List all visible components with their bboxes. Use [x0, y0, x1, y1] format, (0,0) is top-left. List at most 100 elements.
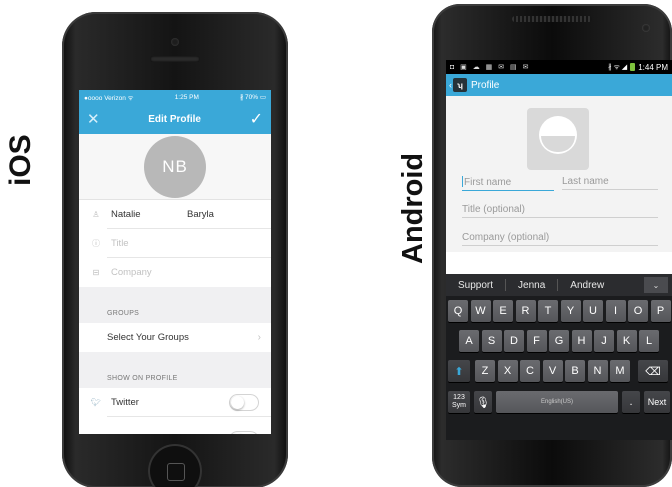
iphone-device: ●oooo Verizon ᯤ 1:25 PM ∦ 70% ▭ ✕ Edit P… [62, 12, 288, 487]
suggestion[interactable]: Support [446, 280, 505, 291]
key-l[interactable]: L [639, 330, 659, 352]
first-name-field[interactable]: Natalie [111, 209, 141, 220]
ios-screen: ●oooo Verizon ᯤ 1:25 PM ∦ 70% ▭ ✕ Edit P… [79, 90, 271, 434]
avatar-placeholder-icon[interactable] [527, 108, 589, 170]
key-y[interactable]: Y [560, 300, 581, 322]
show-on-profile-header: SHOW ON PROFILE [107, 375, 178, 382]
symbols-key[interactable]: 123 Sym [448, 391, 470, 413]
action-bar: ‹ ʮ Profile [446, 74, 672, 96]
chevron-down-icon[interactable]: ⌄ [644, 277, 668, 293]
app-icon[interactable]: ʮ [453, 78, 467, 92]
key-i[interactable]: I [605, 300, 626, 322]
battery-icon [630, 63, 636, 71]
person-icon: ♙ [92, 210, 100, 219]
key-u[interactable]: U [583, 300, 603, 322]
ios-label: iOS [4, 134, 37, 186]
key-p[interactable]: P [650, 300, 671, 322]
next-key[interactable]: Next [644, 391, 670, 413]
key-c[interactable]: C [520, 360, 540, 382]
avatar-section: NB [79, 134, 271, 200]
twitter-toggle[interactable] [229, 394, 259, 411]
social-toggle[interactable] [229, 431, 259, 434]
key-n[interactable]: N [587, 360, 608, 382]
space-key[interactable]: English(US) [496, 391, 618, 413]
period-key[interactable]: . [622, 391, 640, 413]
key-q[interactable]: Q [448, 300, 468, 322]
android-label: Android [397, 152, 429, 264]
android-hardware-bar [446, 440, 672, 470]
android-status-bar: ◘ ▣ ☁ ▦ ✉ ▤ ✉ ∦ ᯤ ◢ 1:44 PM [446, 60, 672, 74]
chevron-right-icon: › [257, 332, 261, 343]
key-j[interactable]: J [594, 330, 614, 352]
status-time: 1:44 PM [638, 62, 668, 72]
soft-keyboard: Support Jenna Andrew ⌄ QWERTYUIOPASDFGHJ… [446, 274, 672, 440]
key-s[interactable]: S [481, 330, 502, 352]
suggestion-strip: Support Jenna Andrew ⌄ [446, 274, 672, 296]
earpiece-speaker [512, 16, 592, 22]
select-groups-row[interactable]: Select Your Groups › [79, 323, 271, 352]
key-z[interactable]: Z [475, 360, 495, 382]
android-device: ◘ ▣ ☁ ▦ ✉ ▤ ✉ ∦ ᯤ ◢ 1:44 PM ‹ ʮ Profile [432, 4, 672, 487]
front-camera [642, 24, 650, 32]
key-a[interactable]: A [459, 330, 479, 352]
next-social-row [79, 417, 271, 434]
action-bar-title: Profile [471, 79, 500, 91]
last-name-input[interactable]: Last name [562, 176, 658, 190]
status-time: 1:25 PM [174, 93, 199, 101]
twitter-icon: 🐦︎ [90, 398, 102, 407]
key-k[interactable]: K [616, 330, 637, 352]
ios-status-bar: ●oooo Verizon ᯤ 1:25 PM ∦ 70% ▭ [79, 90, 271, 104]
android-screen: ◘ ▣ ☁ ▦ ✉ ▤ ✉ ∦ ᯤ ◢ 1:44 PM ‹ ʮ Profile [446, 60, 672, 440]
info-icon: ⓘ [92, 239, 100, 248]
first-name-input[interactable]: First name [462, 176, 554, 191]
key-w[interactable]: W [470, 300, 491, 322]
twitter-row: 🐦︎ Twitter [79, 388, 271, 417]
key-v[interactable]: V [542, 360, 563, 382]
earpiece-speaker [150, 56, 200, 62]
back-caret-icon[interactable]: ‹ [449, 80, 452, 90]
key-e[interactable]: E [493, 300, 513, 322]
key-m[interactable]: M [610, 360, 630, 382]
last-name-field[interactable]: Baryla [187, 209, 214, 220]
avatar[interactable]: NB [144, 135, 206, 198]
carrier-signal: ●oooo Verizon ᯤ [84, 94, 134, 102]
title-input[interactable]: Title (optional) [462, 204, 658, 218]
suggestion[interactable]: Andrew [558, 280, 616, 291]
suggestion[interactable]: Jenna [506, 280, 557, 291]
shift-key-icon[interactable]: ⬆ [448, 360, 470, 382]
connectivity-icons: ∦ ᯤ ◢ [608, 63, 628, 71]
title-field[interactable]: Title [111, 238, 129, 249]
home-button[interactable] [148, 444, 202, 487]
key-g[interactable]: G [549, 330, 569, 352]
briefcase-icon: ⊟ [92, 268, 100, 277]
select-groups-label: Select Your Groups [107, 332, 189, 343]
notification-icons: ◘ ▣ ☁ ▦ ✉ ▤ ✉ [450, 64, 531, 71]
ios-nav-bar: ✕ Edit Profile ✓ [79, 104, 271, 134]
microphone-key-icon[interactable]: 🎙︎ [474, 391, 492, 413]
key-x[interactable]: X [497, 360, 518, 382]
backspace-key-icon[interactable]: ⌫ [638, 360, 668, 382]
page-title: Edit Profile [148, 113, 201, 125]
key-h[interactable]: H [571, 330, 592, 352]
key-t[interactable]: T [538, 300, 558, 322]
key-b[interactable]: B [565, 360, 585, 382]
name-row[interactable]: ♙ Natalie Baryla [79, 200, 271, 229]
groups-section-header: GROUPS [79, 287, 271, 323]
title-row[interactable]: ⓘ Title [79, 229, 271, 258]
comparison-stage: iOS Android ●oooo Verizon ᯤ 1:25 PM ∦ 70… [0, 0, 672, 487]
close-icon[interactable]: ✕ [87, 110, 100, 128]
profile-form: First name Last name Title (optional) Co… [446, 96, 672, 252]
groups-header: GROUPS [107, 310, 140, 317]
check-icon[interactable]: ✓ [250, 109, 263, 129]
key-d[interactable]: D [504, 330, 524, 352]
show-on-profile-section-header: SHOW ON PROFILE [79, 352, 271, 388]
company-field[interactable]: Company [111, 267, 152, 278]
company-input[interactable]: Company (optional) [462, 232, 658, 246]
company-row[interactable]: ⊟ Company [79, 258, 271, 287]
key-f[interactable]: F [526, 330, 547, 352]
front-camera [171, 38, 179, 46]
twitter-label: Twitter [111, 397, 139, 408]
battery-status: ∦ 70% ▭ [239, 94, 266, 101]
key-r[interactable]: R [515, 300, 536, 322]
key-o[interactable]: O [628, 300, 648, 322]
